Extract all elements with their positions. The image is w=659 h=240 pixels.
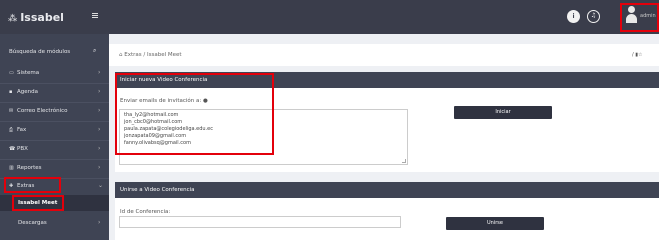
chevron-right-icon: ›: [98, 107, 101, 114]
breadcrumb: ⌂ Extras / Issabel Meet: [119, 52, 182, 58]
highlight-issabel-meet: [12, 195, 64, 211]
conference-id-input[interactable]: [119, 216, 401, 228]
sidebar-subitem-label: Descargas: [18, 220, 47, 226]
logo[interactable]: ⁂ Issabel: [8, 11, 64, 24]
star-grid-icon: ⁂: [8, 14, 18, 24]
info-icon[interactable]: i: [567, 10, 580, 23]
chevron-right-icon: ›: [98, 69, 101, 76]
book-icon: ▪: [9, 89, 13, 95]
logo-bar: ⁂ Issabel: [0, 0, 109, 34]
sidebar-item-label: Agenda: [17, 89, 38, 95]
join-conference-header: Unirse a Video Conferencia: [115, 182, 659, 198]
sidebar-item-pbx[interactable]: ☎ PBX ›: [0, 141, 109, 159]
sidebar-item-label: Sistema: [17, 70, 40, 76]
chevron-right-icon: ›: [98, 219, 101, 226]
monitor-icon: ▭: [9, 70, 14, 76]
chevron-down-icon: ⌄: [98, 182, 104, 189]
search-icon[interactable]: ⌕: [93, 47, 96, 55]
highlight-extras: [4, 177, 61, 193]
hamburger-icon[interactable]: [92, 13, 98, 19]
sidebar-item-reportes[interactable]: ▥ Reportes ›: [0, 160, 109, 178]
sidebar-item-sistema[interactable]: ▭ Sistema ›: [0, 65, 109, 83]
envelope-icon: ✉: [9, 108, 14, 114]
breadcrumb-item-extras[interactable]: Extras: [124, 52, 141, 58]
conference-id-label: Id de Conferencia:: [120, 209, 171, 215]
resize-handle[interactable]: [402, 159, 406, 163]
printer-icon: ⎙: [9, 127, 14, 133]
sidebar-item-fax[interactable]: ⎙ Fax ›: [0, 122, 109, 140]
chevron-right-icon: ›: [98, 126, 101, 133]
sidebar-item-label: Fax: [17, 127, 27, 133]
join-conference-panel: Unirse a Video Conferencia Id de Confere…: [115, 182, 659, 240]
join-conference-title: Unirse a Video Conferencia: [120, 187, 195, 193]
highlight-user-menu: [620, 3, 659, 32]
sidebar-item-label: Correo Electrónico: [17, 108, 68, 114]
sidebar-item-label: Reportes: [17, 165, 42, 171]
breadcrumb-item-issabel-meet: Issabel Meet: [147, 52, 182, 58]
join-button[interactable]: Unirse: [446, 217, 544, 230]
bell-icon[interactable]: ♫: [587, 10, 600, 23]
sidebar-subitem-descargas[interactable]: Descargas ›: [0, 214, 109, 232]
home-icon[interactable]: ⌂: [119, 52, 123, 58]
logo-text: Issabel: [20, 11, 64, 24]
chevron-right-icon: ›: [98, 88, 101, 95]
highlight-new-conference: [115, 73, 274, 155]
breadcrumb-right: / ▮☆: [632, 52, 643, 58]
sidebar-item-label: PBX: [17, 146, 28, 152]
star-icon[interactable]: ☆: [638, 52, 642, 58]
breadcrumb-separator: /: [143, 52, 146, 58]
module-search[interactable]: Búsqueda de módulos ⌕: [0, 44, 109, 60]
sidebar-item-correo[interactable]: ✉ Correo Electrónico ›: [0, 103, 109, 121]
chevron-right-icon: ›: [98, 145, 101, 152]
module-search-label: Búsqueda de módulos: [9, 49, 71, 55]
bar-chart-icon: ▥: [9, 165, 14, 171]
start-button[interactable]: Iniciar: [454, 106, 552, 119]
chevron-right-icon: ›: [98, 164, 101, 171]
phone-icon: ☎: [9, 146, 16, 152]
breadcrumb-bar: ⌂ Extras / Issabel Meet: [109, 44, 659, 66]
sidebar-item-agenda[interactable]: ▪ Agenda ›: [0, 84, 109, 102]
